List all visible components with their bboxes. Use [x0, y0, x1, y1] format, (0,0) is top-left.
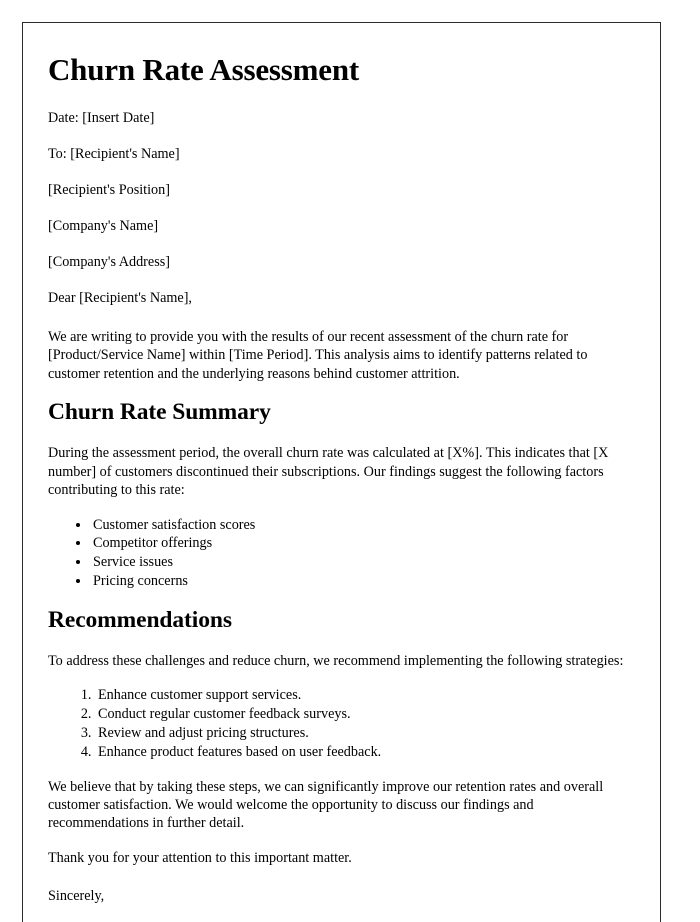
closing-paragraph: We believe that by taking these steps, w…: [48, 778, 604, 832]
list-item: Pricing concerns: [91, 572, 636, 591]
recipient-position-line: [Recipient's Position]: [48, 181, 170, 198]
thanks-paragraph: Thank you for your attention to this imp…: [48, 849, 352, 866]
intro-paragraph: We are writing to provide you with the r…: [48, 328, 588, 382]
list-item: Service issues: [91, 553, 636, 572]
document-body: Churn Rate Assessment Date: [Insert Date…: [23, 23, 660, 905]
date-line: Date: [Insert Date]: [48, 109, 155, 126]
signoff: Sincerely,: [48, 887, 105, 904]
recommendation-strategy-list: Enhance customer support services. Condu…: [48, 686, 636, 762]
salutation: Dear [Recipient's Name],: [48, 289, 192, 306]
recipient-name-line: To: [Recipient's Name]: [48, 145, 180, 162]
list-item: Review and adjust pricing structures.: [95, 724, 636, 743]
company-address-line: [Company's Address]: [48, 253, 170, 270]
recommendations-heading: Recommendations: [48, 606, 232, 633]
list-item: Conduct regular customer feedback survey…: [95, 705, 636, 724]
list-item: Competitor offerings: [91, 534, 636, 553]
recommendations-intro-paragraph: To address these challenges and reduce c…: [48, 652, 624, 669]
churn-factor-list: Customer satisfaction scores Competitor …: [48, 516, 636, 591]
churn-rate-summary-paragraph: During the assessment period, the overal…: [48, 445, 609, 499]
document-page: Churn Rate Assessment Date: [Insert Date…: [22, 22, 661, 922]
list-item: Enhance product features based on user f…: [95, 743, 636, 762]
page-title: Churn Rate Assessment: [48, 52, 359, 87]
churn-rate-summary-heading: Churn Rate Summary: [48, 399, 271, 426]
list-item: Enhance customer support services.: [95, 686, 636, 705]
list-item: Customer satisfaction scores: [91, 516, 636, 535]
company-name-line: [Company's Name]: [48, 217, 159, 234]
